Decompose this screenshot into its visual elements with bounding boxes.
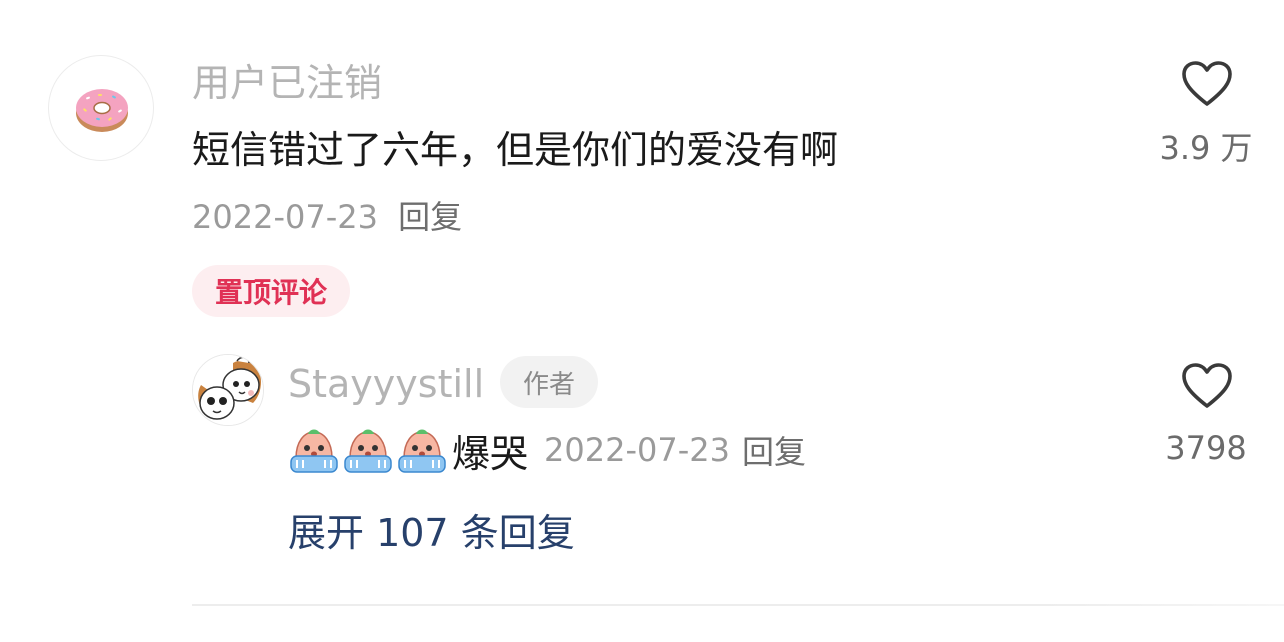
comment-meta: 2022-07-23 回复 <box>192 194 462 240</box>
pinned-comment-badge: 置顶评论 <box>192 265 350 317</box>
crying-emoji-icon <box>290 429 338 473</box>
divider <box>192 604 1284 606</box>
crying-emoji-icon <box>398 429 446 473</box>
reply-username[interactable]: Stayyystill <box>288 360 484 408</box>
comment-avatar[interactable] <box>48 55 154 161</box>
crying-emoji-icon <box>344 429 392 473</box>
reply-content: 爆哭 2022-07-23 回复 <box>288 424 806 476</box>
reply-text: 爆哭 <box>452 431 529 476</box>
donut-icon <box>76 89 128 132</box>
reply-date: 2022-07-23 <box>544 431 730 469</box>
reply-avatar[interactable] <box>192 354 264 426</box>
comment-date: 2022-07-23 <box>192 198 378 236</box>
heart-icon[interactable] <box>1181 362 1233 414</box>
comment-username[interactable]: 用户已注销 <box>192 58 382 108</box>
comment-reply-button[interactable]: 回复 <box>398 198 462 236</box>
comment-text: 短信错过了六年，但是你们的爱没有啊 <box>192 128 839 172</box>
cartoon-dog-avatar <box>193 355 263 425</box>
expand-replies-button[interactable]: 展开 107 条回复 <box>288 508 575 558</box>
heart-icon[interactable] <box>1181 60 1233 112</box>
author-badge: 作者 <box>500 356 598 408</box>
reply-reply-button[interactable]: 回复 <box>742 427 806 473</box>
comment-like-count: 3.9 万 <box>1159 129 1253 167</box>
reply-like-count: 3798 <box>1165 429 1247 467</box>
